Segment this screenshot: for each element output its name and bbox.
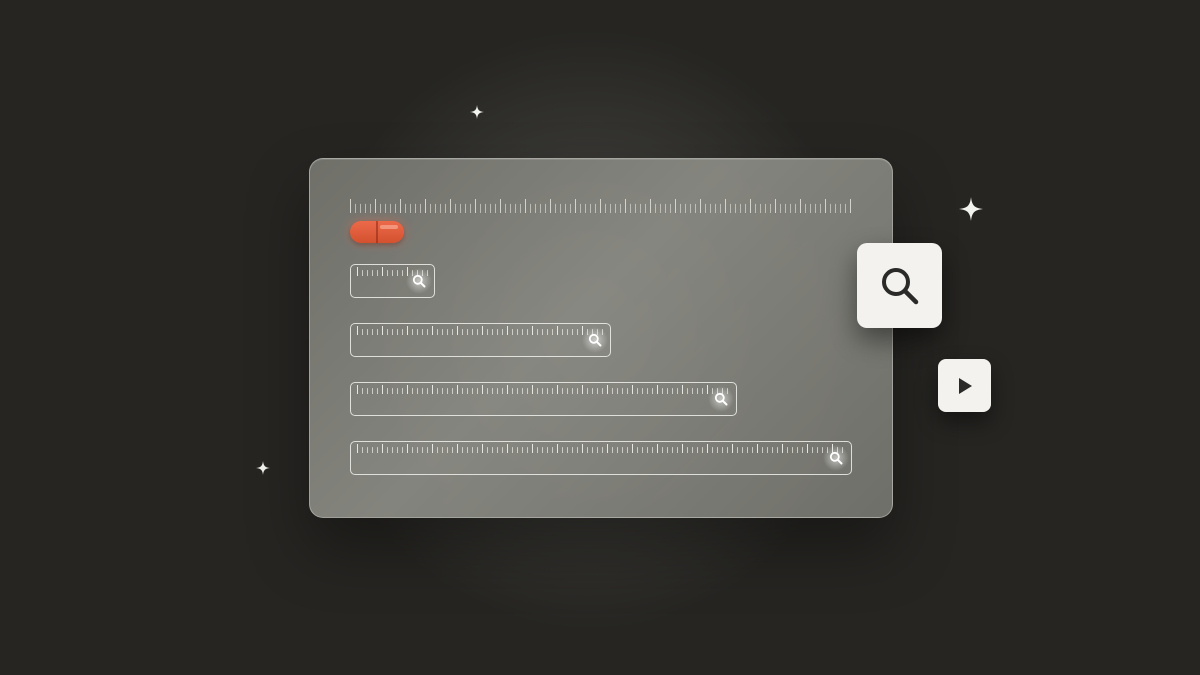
track-ticks <box>357 385 728 394</box>
record-pill-icon[interactable] <box>350 221 404 243</box>
sparkle-icon <box>959 197 983 221</box>
timeline-panel <box>309 158 893 518</box>
search-track[interactable] <box>350 264 435 298</box>
search-track[interactable] <box>350 441 852 475</box>
search-button[interactable] <box>857 243 942 328</box>
search-icon[interactable] <box>582 327 608 353</box>
search-track[interactable] <box>350 323 611 357</box>
record-pill-highlight <box>380 225 398 229</box>
track-ticks <box>357 326 603 335</box>
record-pill-divider <box>376 221 378 243</box>
search-icon[interactable] <box>823 445 849 471</box>
search-track[interactable] <box>350 382 737 416</box>
search-icon[interactable] <box>406 268 432 294</box>
sparkle-icon <box>470 105 484 119</box>
illustration-stage <box>0 0 1200 675</box>
sparkle-icon <box>256 461 270 475</box>
search-icon <box>881 267 918 304</box>
play-button[interactable] <box>938 359 991 412</box>
track-ticks <box>357 444 843 453</box>
timeline-ruler <box>350 199 851 213</box>
play-icon <box>958 377 972 394</box>
search-icon[interactable] <box>708 386 734 412</box>
